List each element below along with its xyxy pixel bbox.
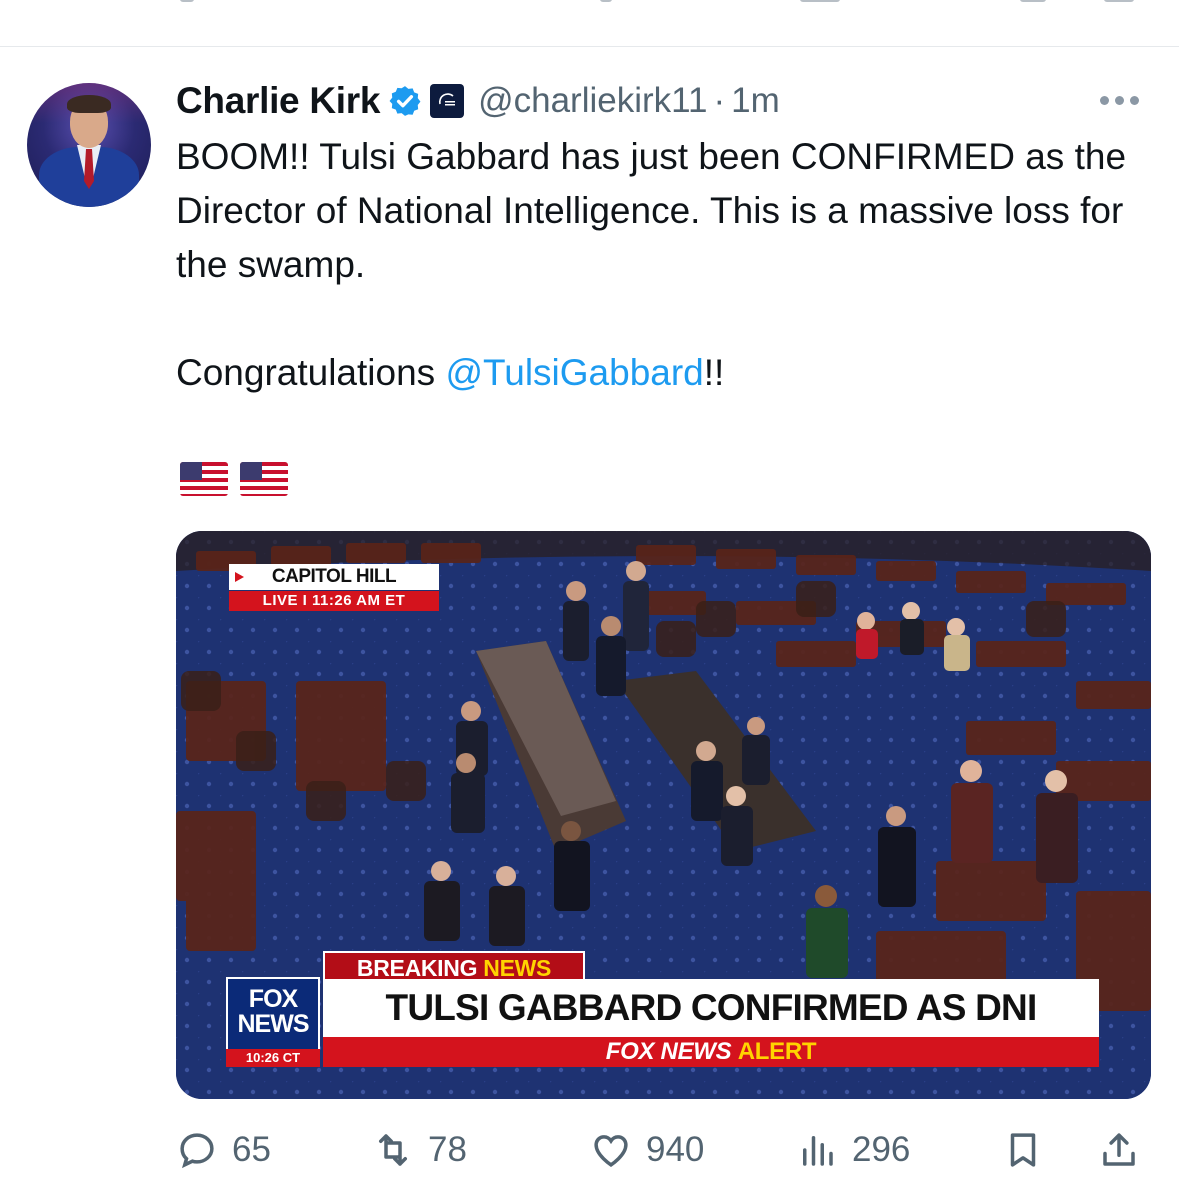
previous-tweet-divider — [0, 0, 1179, 47]
breaking-news-label: BREAKING NEWS — [323, 951, 585, 981]
verified-badge-icon[interactable] — [388, 84, 422, 118]
views-icon — [803, 1136, 833, 1166]
logo-line-news: NEWS — [237, 1010, 310, 1038]
meta-separator: · — [713, 81, 726, 120]
tweet-congrats-line: Congratulations @TulsiGabbard!! — [176, 346, 1156, 400]
tweet-actions: 65 78 940 296 — [176, 1122, 1156, 1178]
author-name[interactable]: Charlie Kirk — [176, 80, 380, 122]
prev-reply-icon-fragment — [180, 0, 194, 2]
views-button[interactable]: 296 — [796, 1122, 910, 1178]
prev-repost-icon-fragment — [600, 0, 612, 2]
reply-icon — [180, 1133, 214, 1169]
news-headline: TULSI GABBARD CONFIRMED AS DNI — [323, 979, 1099, 1037]
heart-icon — [594, 1135, 628, 1167]
tweet-media-image[interactable]: CAPITOL HILL LIVE I 11:26 AM ET BREAKING… — [176, 531, 1151, 1099]
bookmark-icon — [1010, 1133, 1036, 1167]
alert-word-text: ALERT — [737, 1038, 817, 1065]
affiliate-logo-icon — [439, 93, 456, 106]
more-options-icon[interactable] — [1100, 88, 1150, 112]
affiliation-badge-icon[interactable] — [430, 84, 465, 118]
avatar-hair — [67, 95, 111, 113]
tweet-body: BOOM!! Tulsi Gabbard has just been CONFI… — [176, 130, 1156, 400]
repost-button[interactable]: 78 — [372, 1122, 467, 1178]
live-time-label: LIVE I 11:26 AM ET — [229, 591, 439, 611]
repost-count: 78 — [428, 1130, 467, 1169]
views-count: 296 — [852, 1130, 911, 1169]
capitol-hill-chyron: CAPITOL HILL LIVE I 11:26 AM ET — [229, 564, 441, 612]
tweet-timestamp[interactable]: 1m — [731, 81, 780, 121]
alert-brand-text: FOX NEWS — [605, 1038, 738, 1065]
breaking-news-text: NEWS — [483, 955, 552, 981]
logo-time: 10:26 CT — [226, 1049, 320, 1067]
us-flag-icon — [240, 462, 288, 496]
breaking-text: BREAKING — [356, 955, 484, 981]
emoji-row — [180, 462, 288, 496]
congrats-text: Congratulations — [176, 352, 446, 393]
us-flag-icon — [180, 462, 228, 496]
prev-share-icon-fragment — [1104, 0, 1134, 2]
avatar[interactable] — [27, 83, 151, 207]
fox-news-alert-bar: FOX NEWS ALERT — [323, 1037, 1099, 1067]
share-button[interactable] — [1098, 1122, 1140, 1178]
like-count: 940 — [646, 1130, 705, 1169]
share-icon — [1103, 1133, 1135, 1166]
bookmark-button[interactable] — [1002, 1122, 1044, 1178]
tweet-text-paragraph: BOOM!! Tulsi Gabbard has just been CONFI… — [176, 136, 1127, 285]
author-handle[interactable]: @charliekirk11 — [478, 81, 707, 121]
prev-views-icon-fragment — [800, 0, 840, 2]
congrats-suffix: !! — [703, 352, 725, 393]
prev-bookmark-icon-fragment — [1020, 0, 1046, 2]
logo-line-fox: FOX — [248, 985, 298, 1013]
reply-count: 65 — [232, 1130, 271, 1169]
repost-icon — [379, 1134, 407, 1166]
reply-button[interactable]: 65 — [176, 1122, 271, 1178]
location-label: CAPITOL HILL — [229, 564, 439, 590]
mention-link[interactable]: @TulsiGabbard — [445, 352, 703, 393]
like-button[interactable]: 940 — [590, 1122, 704, 1178]
tweet-header: Charlie Kirk @charliekirk11 · 1m — [176, 76, 780, 126]
